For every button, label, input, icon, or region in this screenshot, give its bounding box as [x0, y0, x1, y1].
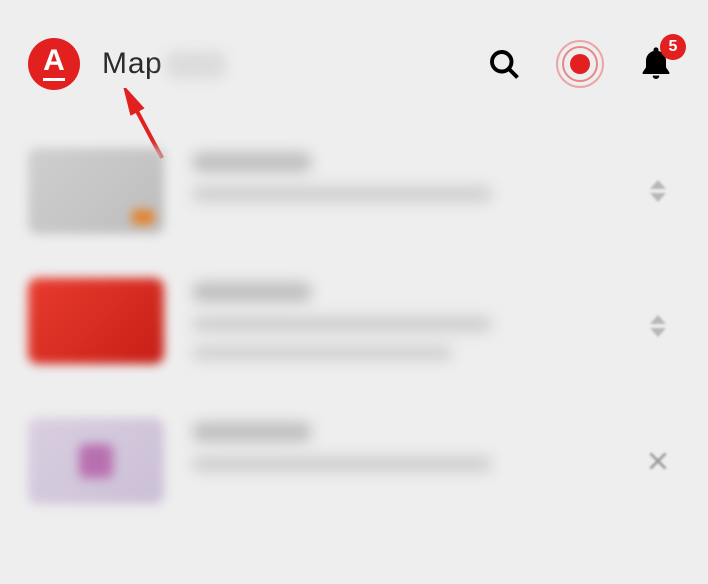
- page-title-blurred: [166, 51, 226, 79]
- blurred-title: [192, 282, 312, 302]
- record-icon: [570, 54, 590, 74]
- search-icon: [486, 46, 522, 82]
- blurred-line: [192, 456, 492, 472]
- notifications-button[interactable]: 5: [632, 40, 680, 88]
- cards-list: [0, 100, 708, 530]
- search-button[interactable]: [480, 40, 528, 88]
- blurred-line: [192, 316, 492, 332]
- app-logo[interactable]: A: [28, 38, 80, 90]
- card-thumbnail: [28, 278, 164, 364]
- list-item[interactable]: [28, 260, 680, 400]
- dismiss-button[interactable]: [636, 448, 680, 474]
- blurred-title: [192, 152, 312, 172]
- close-icon: [645, 448, 671, 474]
- list-item[interactable]: [28, 400, 680, 530]
- notification-badge: 5: [660, 34, 686, 60]
- blurred-line: [192, 346, 452, 360]
- list-item-text: [192, 418, 636, 486]
- reorder-handle[interactable]: [636, 315, 680, 337]
- record-button[interactable]: [556, 40, 604, 88]
- blurred-title: [192, 422, 312, 442]
- list-item[interactable]: [28, 130, 680, 260]
- page-title-text: Мар: [102, 47, 162, 80]
- sort-icon: [650, 315, 666, 337]
- page-title: Мар: [102, 47, 226, 81]
- header-actions: 5: [480, 40, 680, 88]
- sort-icon: [650, 180, 666, 202]
- app-logo-letter: A: [43, 47, 65, 81]
- blurred-line: [192, 186, 492, 202]
- list-item-text: [192, 278, 636, 374]
- list-item-text: [192, 148, 636, 216]
- app-header: A Мар 5: [0, 0, 708, 100]
- reorder-handle[interactable]: [636, 180, 680, 202]
- card-thumbnail: [28, 418, 164, 504]
- card-thumbnail: [28, 148, 164, 234]
